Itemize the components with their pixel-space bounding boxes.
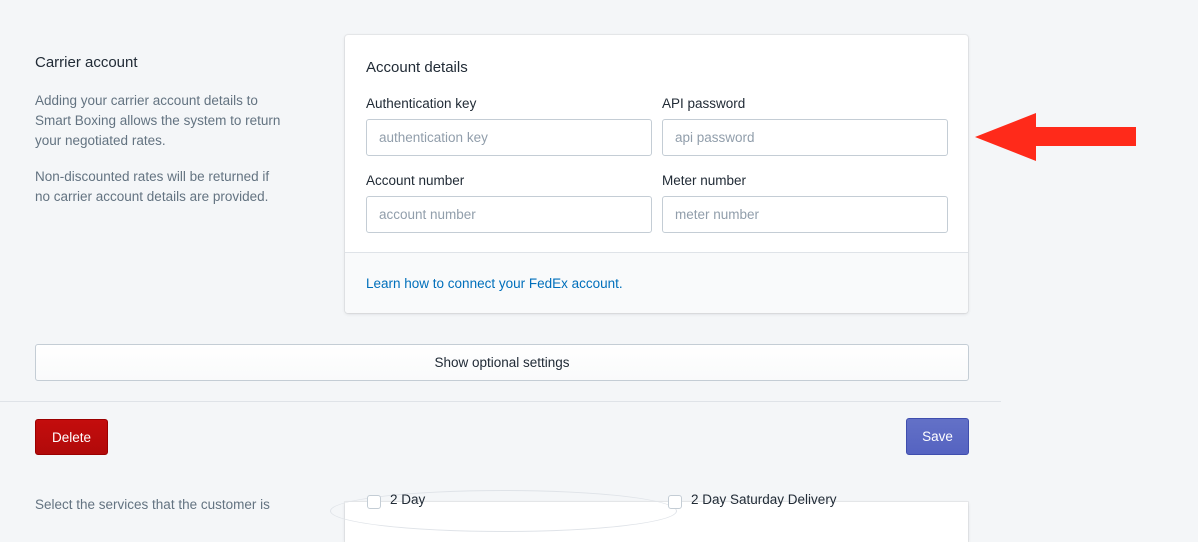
show-optional-settings-button[interactable]: Show optional settings bbox=[35, 344, 969, 381]
save-button[interactable]: Save bbox=[906, 418, 969, 455]
focus-ring bbox=[330, 490, 677, 532]
section-description-note: Non-discounted rates will be returned if… bbox=[35, 169, 270, 204]
delete-button[interactable]: Delete bbox=[35, 419, 108, 455]
card-footer: Learn how to connect your FedEx account. bbox=[345, 252, 968, 313]
account-details-card: Account details Authentication key API p… bbox=[345, 35, 968, 313]
fedex-help-link[interactable]: Learn how to connect your FedEx account. bbox=[366, 276, 623, 291]
account-number-label: Account number bbox=[366, 173, 465, 188]
red-arrow-left-icon bbox=[975, 113, 1136, 161]
authentication-key-input[interactable] bbox=[366, 119, 652, 156]
account-number-input[interactable] bbox=[366, 196, 652, 233]
section-title: Carrier account bbox=[35, 54, 138, 71]
api-password-input[interactable] bbox=[662, 119, 948, 156]
card-title: Account details bbox=[366, 59, 468, 76]
section-description: Adding your carrier account details to S… bbox=[35, 93, 281, 148]
authentication-key-label: Authentication key bbox=[366, 96, 477, 111]
services-description: Select the services that the customer is bbox=[35, 497, 270, 512]
meter-number-label: Meter number bbox=[662, 173, 747, 188]
divider bbox=[0, 401, 1001, 402]
api-password-label: API password bbox=[662, 96, 746, 111]
service-label-2-day-saturday: 2 Day Saturday Delivery bbox=[691, 492, 837, 507]
service-label-2-day: 2 Day bbox=[390, 492, 426, 507]
meter-number-input[interactable] bbox=[662, 196, 948, 233]
